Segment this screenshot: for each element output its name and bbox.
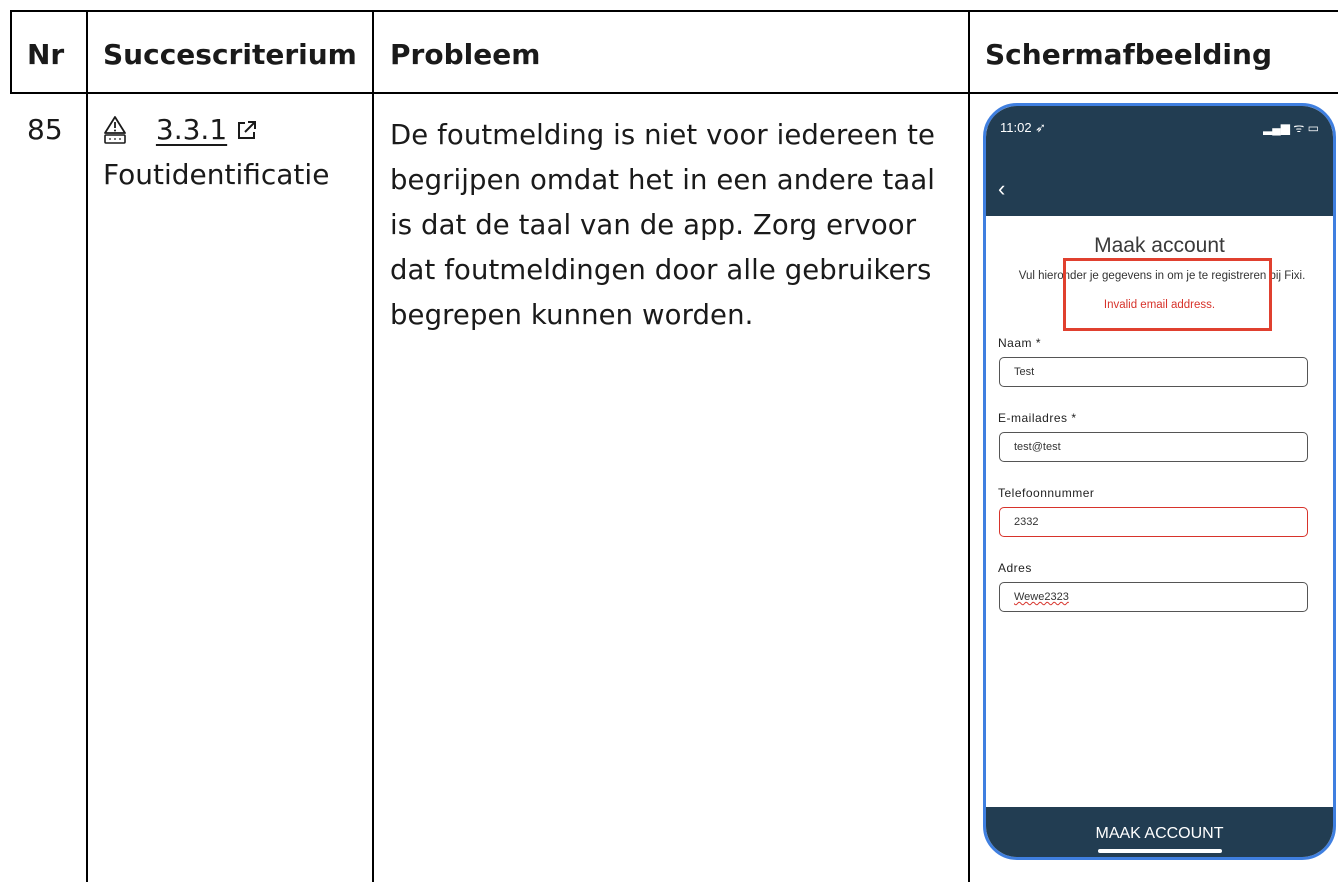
home-indicator <box>1098 849 1222 853</box>
column-divider-1 <box>86 10 88 882</box>
email-field-value: test@test <box>1014 441 1061 453</box>
header-nr: Nr <box>27 38 65 71</box>
highlight-box <box>1063 258 1272 331</box>
field-label-email: E-mailadres * <box>998 411 1077 425</box>
problem-description: De foutmelding is niet voor iedereen te … <box>390 119 936 331</box>
phone-screenshot: 11:02 ➶ ▂▄▆ ᯤ ▭ ‹ Maak account Vul hiero… <box>983 103 1336 860</box>
screen-title: Maak account <box>1094 234 1225 257</box>
criterion-name: Foutidentificatie <box>103 158 330 191</box>
address-field[interactable]: Wewe2323 <box>999 582 1308 612</box>
name-field-value: Test <box>1014 366 1035 378</box>
phone-field[interactable]: 2332 <box>999 507 1308 537</box>
field-label-address: Adres <box>998 561 1032 575</box>
header-succescriterium: Succescriterium <box>103 38 357 71</box>
field-label-name: Naam * <box>998 336 1042 350</box>
table-left-border <box>10 10 12 94</box>
table-top-border <box>10 10 1338 12</box>
back-chevron-icon[interactable]: ‹ <box>998 176 1005 202</box>
phone-field-value: 2332 <box>1014 516 1039 528</box>
status-icons: ▂▄▆ ᯤ ▭ <box>1263 121 1319 135</box>
create-account-button[interactable]: MAAK ACCOUNT <box>986 825 1333 843</box>
field-label-phone: Telefoonnummer <box>998 486 1095 500</box>
email-field[interactable]: test@test <box>999 432 1308 462</box>
name-field[interactable]: Test <box>999 357 1308 387</box>
status-time: 11:02 ➶ <box>1000 120 1047 135</box>
warning-accessibility-icon <box>103 113 133 146</box>
column-divider-2 <box>372 10 374 882</box>
table-header-divider <box>10 92 1338 94</box>
row-nr: 85 <box>27 113 63 146</box>
header-schermafbeelding: Schermafbeelding <box>985 38 1272 71</box>
criterion-code[interactable]: 3.3.1 <box>156 113 227 146</box>
header-probleem: Probleem <box>390 38 541 71</box>
criterion-link[interactable]: 3.3.1 <box>103 113 258 146</box>
address-field-value: Wewe2323 <box>1014 591 1069 603</box>
external-link-icon[interactable] <box>236 113 258 146</box>
column-divider-3 <box>968 10 970 882</box>
